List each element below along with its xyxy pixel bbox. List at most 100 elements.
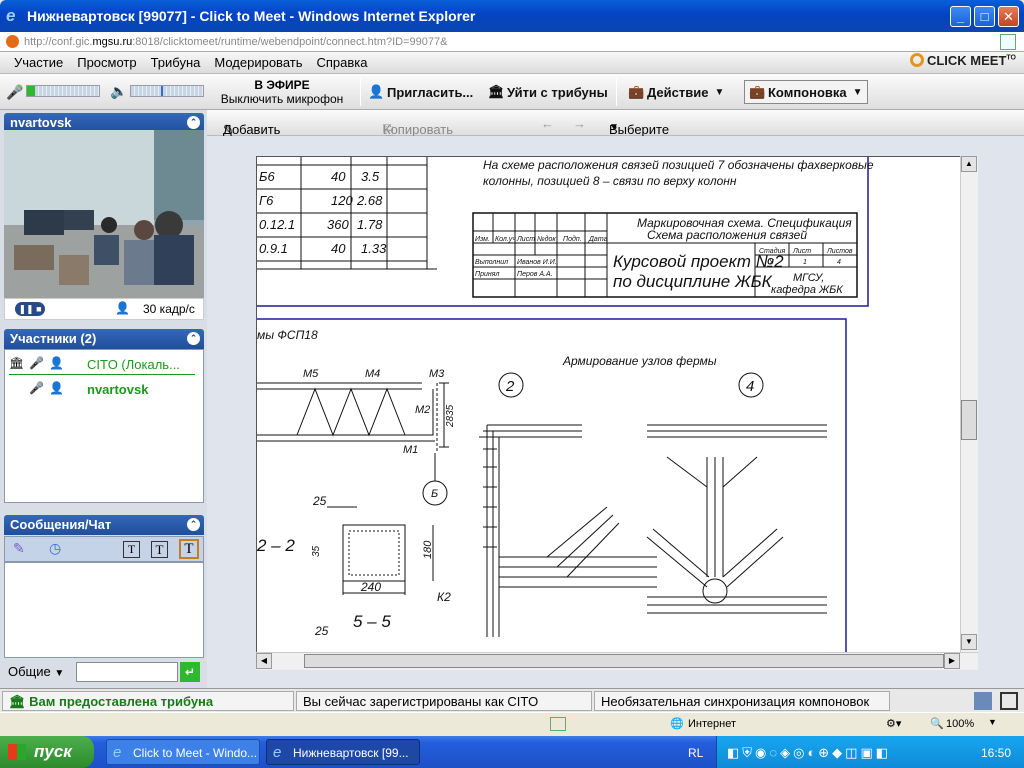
protected-mode-icon[interactable]: ⚙▾: [886, 717, 901, 730]
truss-mark: М3: [429, 368, 445, 380]
collapse-icon[interactable]: ⌃: [187, 518, 200, 531]
section-mark: Б: [431, 488, 438, 500]
clock-icon[interactable]: ◷: [49, 540, 61, 557]
scroll-thumb[interactable]: [961, 400, 977, 440]
scroll-left-icon[interactable]: ◀: [256, 653, 272, 669]
spec-cell: 0.9.1: [259, 241, 288, 256]
fullscreen-icon[interactable]: [1000, 692, 1018, 710]
text-medium-icon[interactable]: T: [151, 541, 168, 558]
taskbar-item[interactable]: e Нижневартовск [99...: [266, 739, 420, 765]
maximize-button[interactable]: □: [974, 6, 995, 27]
pause-button[interactable]: ❚❚ ■: [15, 302, 45, 316]
scroll-right-icon[interactable]: ▶: [944, 653, 960, 669]
participant-name: nvartovsk: [87, 382, 149, 397]
chat-header[interactable]: Сообщения/Чат ⌃: [4, 515, 204, 535]
spec-cell: 3.5: [361, 169, 380, 184]
layout-label: Компоновка: [768, 84, 847, 100]
participant-row[interactable]: 🎤 👤 nvartovsk: [9, 380, 195, 400]
scroll-thumb[interactable]: [304, 654, 944, 668]
forward-arrow-icon[interactable]: →: [573, 116, 586, 131]
compat-icon[interactable]: [1000, 34, 1016, 50]
truss-mark: М2: [415, 404, 430, 416]
url-domain: mgsu.ru: [92, 36, 133, 48]
truss-mark: М4: [365, 368, 380, 380]
chevron-down-icon: ▼: [609, 122, 619, 133]
mic-icon: 🎤: [29, 381, 44, 395]
ie-icon: e: [6, 6, 16, 25]
mic-level-fill: [27, 86, 35, 96]
live-mic-toggle[interactable]: В ЭФИРЕ Выключить микрофон: [212, 78, 352, 106]
send-icon[interactable]: ↵: [180, 662, 200, 682]
spec-cell: 120: [331, 193, 353, 208]
network-icon[interactable]: [974, 692, 992, 710]
menu-view[interactable]: Просмотр: [77, 55, 136, 70]
text-small-icon[interactable]: T: [123, 541, 140, 558]
windows-flag-icon: [8, 744, 26, 760]
window-titlebar[interactable]: e Нижневартовск [99077] - Click to Meet …: [0, 0, 1024, 32]
menu-help[interactable]: Справка: [317, 55, 368, 70]
document-viewer[interactable]: Б6 40 3.5 Г6 120 2.68 0.12.1 360 1.78 0.9.1 40 1…: [256, 156, 978, 670]
toolbar-sep: [616, 78, 617, 106]
stage-header: Лист: [792, 248, 811, 255]
participants-list: 🏛 🎤 👤 CITO (Локаль... 🎤 👤 nvartovsk: [4, 349, 204, 503]
menu-participation[interactable]: Участие: [14, 55, 63, 70]
spec-cell: 1.33: [361, 241, 387, 256]
spec-cell: 1.78: [357, 217, 383, 232]
scroll-up-icon[interactable]: ▲: [961, 156, 977, 172]
action-label: Действие: [647, 84, 709, 100]
drawing-canvas: Б6 40 3.5 Г6 120 2.68 0.12.1 360 1.78 0.9.1 40 1…: [257, 157, 874, 669]
participant-row[interactable]: 🏛 🎤 👤 CITO (Локаль...: [9, 355, 195, 375]
vertical-scrollbar[interactable]: ▲ ▼: [960, 156, 978, 652]
chat-scope-dropdown[interactable]: Общие ▼: [4, 660, 76, 684]
menu-tribune[interactable]: Трибуна: [151, 55, 201, 70]
stamp-header: Дата: [588, 236, 608, 243]
url-rest: :8018/clicktomeet/runtime/webendpoint/co…: [132, 36, 448, 48]
layout-dropdown[interactable]: 💼 Компоновка ▼: [744, 80, 868, 104]
eraser-icon[interactable]: ✎: [13, 540, 25, 557]
chat-input[interactable]: [76, 662, 178, 682]
layout-icon: 💼: [749, 84, 766, 99]
zoom-icon: 🔍: [930, 718, 944, 730]
scroll-down-icon[interactable]: ▼: [961, 634, 977, 650]
truss-dim: 2835: [445, 404, 456, 428]
back-arrow-icon[interactable]: ←: [541, 116, 554, 131]
tray-icons[interactable]: ◧⛨◉◌◈◎◐⊕◆◫▣◧: [727, 745, 891, 761]
dim-label: 25: [314, 624, 329, 638]
close-button[interactable]: ✕: [998, 6, 1019, 27]
clock[interactable]: 16:50: [981, 746, 1011, 760]
minimize-button[interactable]: _: [950, 6, 971, 27]
start-label: пуск: [34, 742, 72, 761]
page-status-icon: [550, 717, 566, 731]
horizontal-scrollbar[interactable]: ◀ ▶: [256, 652, 978, 670]
text-large-icon[interactable]: T: [179, 539, 199, 559]
language-indicator[interactable]: RL: [688, 746, 703, 760]
stamp-role: Выполнил: [475, 259, 508, 266]
leave-tribune-button[interactable]: 🏛 Уйти с трибуны: [488, 84, 608, 100]
video-user: nvartovsk: [10, 115, 72, 130]
person-icon: 👤: [49, 356, 64, 370]
podium-icon: 🏛: [9, 356, 25, 370]
collapse-icon[interactable]: ⌃: [187, 332, 200, 345]
chevron-down-icon[interactable]: ▼: [988, 717, 997, 727]
video-controls: ❚❚ ■ 👤 30 кадр/с: [4, 298, 204, 320]
zoom-level[interactable]: 100%: [946, 718, 974, 730]
stamp-header: №док: [537, 235, 556, 243]
speaker-level-thumb[interactable]: [161, 86, 163, 96]
address-bar[interactable]: http://conf.gic.mgsu.ru:8018/clicktomeet…: [0, 32, 1024, 52]
taskbar-item[interactable]: e Click to Meet - Windo...: [106, 739, 260, 765]
collapse-icon[interactable]: ⌃: [187, 116, 200, 129]
speaker-volume-slider[interactable]: [130, 85, 204, 97]
truss-title: мы ФСП18: [257, 328, 318, 342]
logo-ring-icon: [909, 53, 924, 67]
spec-cell: Г6: [259, 193, 274, 208]
start-button[interactable]: пуск: [0, 736, 94, 768]
action-dropdown[interactable]: 💼 Действие ▼: [628, 84, 724, 100]
participants-header[interactable]: Участники (2) ⌃: [4, 329, 204, 349]
taskbar-item-label: Click to Meet - Windo...: [133, 746, 258, 760]
app-menubar: Участие Просмотр Трибуна Модерировать Сп…: [0, 52, 1024, 74]
invite-button[interactable]: 👤 Пригласить...: [368, 84, 473, 100]
menu-moderate[interactable]: Модерировать: [214, 55, 302, 70]
ie-icon: e: [273, 744, 282, 761]
org-dept: кафедра ЖБК: [771, 284, 843, 296]
participant-name: CITO (Локаль...: [87, 357, 180, 372]
